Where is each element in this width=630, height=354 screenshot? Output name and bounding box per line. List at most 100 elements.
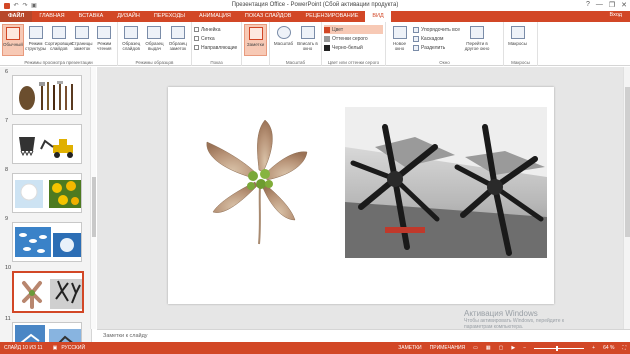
tab-file[interactable]: ФАЙЛ <box>0 11 33 22</box>
black-white-button[interactable]: Черно-белый <box>324 43 383 52</box>
slide-sorter-button[interactable]: Сортировщик слайдов <box>45 24 73 56</box>
notes-master-button[interactable]: Образец заметок <box>167 24 189 56</box>
handout-master-button[interactable]: Образец выдач <box>143 24 165 56</box>
maple-seed-picture[interactable] <box>195 112 316 249</box>
sign-in-link[interactable]: Вход <box>610 12 622 18</box>
split-icon <box>413 44 419 51</box>
zoom-slider[interactable] <box>534 345 585 351</box>
birds-picture <box>15 325 81 342</box>
reading-view-icon[interactable]: ▢ <box>499 345 504 351</box>
notes-button[interactable]: Заметки <box>244 24 267 56</box>
slide-thumbnail-image <box>12 75 82 115</box>
editor-scrollbar[interactable] <box>623 67 630 329</box>
tab-review[interactable]: РЕЦЕНЗИРОВАНИЕ <box>298 11 365 22</box>
tab-view[interactable]: ВИД <box>365 11 391 22</box>
arrange-all-icon <box>413 26 419 33</box>
help-icon[interactable]: ? <box>586 1 590 9</box>
notes-page-icon <box>74 26 89 39</box>
tab-design[interactable]: ДИЗАЙН <box>110 11 147 22</box>
zoom-group: Масштаб Вписать в окно Масштаб <box>270 22 322 66</box>
comments-toggle[interactable]: ПРИМЕЧАНИЯ <box>430 345 466 351</box>
title-bar: ↶ ↷ ▣ Презентация Office - PowerPoint (С… <box>0 0 630 11</box>
thumbnails-scrollbar[interactable] <box>90 67 96 329</box>
slide-sorter-icon[interactable]: ▦ <box>486 345 491 351</box>
window-controls: ? — ❐ ✕ <box>586 1 627 9</box>
tab-animations[interactable]: АНИМАЦИЯ <box>192 11 238 22</box>
fit-to-window-icon <box>300 26 315 39</box>
split-button[interactable]: Разделить <box>413 43 460 52</box>
grayscale-button[interactable]: Оттенки серого <box>324 34 383 43</box>
zoom-out-icon[interactable]: − <box>523 345 526 351</box>
new-window-button[interactable]: Новое окно <box>388 24 411 56</box>
tab-slideshow[interactable]: ПОКАЗ СЛАЙДОВ <box>238 11 299 22</box>
outline-view-icon <box>28 26 43 39</box>
notes-pane[interactable]: Заметки к слайду <box>97 329 630 342</box>
slide-thumbnail-image <box>12 271 84 313</box>
slide-thumbnail-image <box>12 222 82 262</box>
notes-page-button[interactable]: Страницы заметок <box>71 24 93 56</box>
notes-group: Заметки <box>242 22 270 66</box>
arrange-all-button[interactable]: Упорядочить все <box>413 25 460 34</box>
language-indicator[interactable]: РУССКИЙ <box>61 345 85 351</box>
zoom-in-icon[interactable]: + <box>592 345 595 351</box>
color-swatch-icon <box>324 26 330 33</box>
quick-access-toolbar: ↶ ↷ ▣ <box>0 2 37 9</box>
restore-icon[interactable]: ❐ <box>609 1 615 9</box>
notes-icon <box>248 27 263 40</box>
normal-view-icon[interactable]: ▭ <box>473 345 478 351</box>
fit-slide-icon[interactable]: ⛶ <box>622 345 626 351</box>
tab-home[interactable]: ГЛАВНАЯ <box>32 11 71 22</box>
reading-view-button[interactable]: Режим чтения <box>94 24 115 56</box>
start-slideshow-icon[interactable]: ▣ <box>31 3 37 9</box>
redo-icon[interactable]: ↷ <box>22 3 28 9</box>
window-title: Презентация Office - PowerPoint (Сбой ак… <box>231 2 399 8</box>
slide-count: СЛАЙД 10 ИЗ 11 <box>4 345 43 351</box>
ruler-checkbox[interactable]: Линейка <box>194 25 239 34</box>
slide-thumbnail-image <box>12 322 82 342</box>
gridlines-checkbox[interactable]: Сетка <box>194 34 239 43</box>
aircraft-propellers-picture[interactable] <box>345 107 547 258</box>
slide-editing-area <box>97 67 630 329</box>
close-icon[interactable]: ✕ <box>621 1 627 9</box>
slideshow-icon[interactable]: ▶ <box>511 345 515 351</box>
ribbon-tabs: ФАЙЛ ГЛАВНАЯ ВСТАВКА ДИЗАЙН ПЕРЕХОДЫ АНИ… <box>0 11 630 22</box>
status-bar: СЛАЙД 10 ИЗ 11 ▣ РУССКИЙ ЗАМЕТКИ ПРИМЕЧА… <box>0 342 630 354</box>
window-group: Новое окно Упорядочить все Каскадом Разд… <box>386 22 504 66</box>
normal-view-button[interactable]: Обычный <box>2 24 24 56</box>
new-window-icon <box>392 26 407 39</box>
grayscale-swatch-icon <box>324 35 330 42</box>
color-button[interactable]: Цвет <box>324 25 383 34</box>
zoom-button[interactable]: Масштаб <box>272 24 295 56</box>
notes-master-icon <box>170 26 185 39</box>
notes-toggle[interactable]: ЗАМЕТКИ <box>398 345 421 351</box>
black-white-swatch-icon <box>324 44 330 51</box>
zoom-level[interactable]: 64 % <box>603 345 614 351</box>
macros-button[interactable]: Макросы <box>506 24 529 56</box>
switch-window-button[interactable]: Перейти в другое окно <box>462 24 492 56</box>
slide-master-button[interactable]: Образец слайдов <box>120 24 142 56</box>
masters-group: Образец слайдов Образец выдач Образец за… <box>118 22 192 66</box>
proofing-icon[interactable]: ▣ <box>53 345 58 351</box>
macros-group: Макросы Макросы <box>504 22 538 66</box>
seeds-picture <box>15 227 81 257</box>
save-icon[interactable] <box>4 2 10 9</box>
current-slide[interactable] <box>168 87 554 304</box>
outline-view-button[interactable]: Режим структуры <box>25 24 46 56</box>
tools-picture <box>19 81 73 110</box>
seed-and-propellers-picture <box>22 279 82 309</box>
tab-transitions[interactable]: ПЕРЕХОДЫ <box>147 11 192 22</box>
dandelions-picture <box>15 180 81 208</box>
fit-to-window-button[interactable]: Вписать в окно <box>296 24 319 56</box>
undo-icon[interactable]: ↶ <box>13 3 19 9</box>
tab-insert[interactable]: ВСТАВКА <box>72 11 111 22</box>
notes-placeholder: Заметки к слайду <box>103 333 148 339</box>
guides-checkbox[interactable]: Направляющие <box>194 43 239 52</box>
cascade-icon <box>413 35 419 42</box>
cascade-button[interactable]: Каскадом <box>413 34 460 43</box>
ribbon: Обычный Режим структуры Сортировщик слай… <box>0 22 630 66</box>
handout-master-icon <box>147 26 162 39</box>
reading-view-icon <box>97 26 112 39</box>
slide-sorter-icon <box>51 26 66 39</box>
minimize-icon[interactable]: — <box>596 1 603 9</box>
views-group: Обычный Режим структуры Сортировщик слай… <box>0 22 118 66</box>
